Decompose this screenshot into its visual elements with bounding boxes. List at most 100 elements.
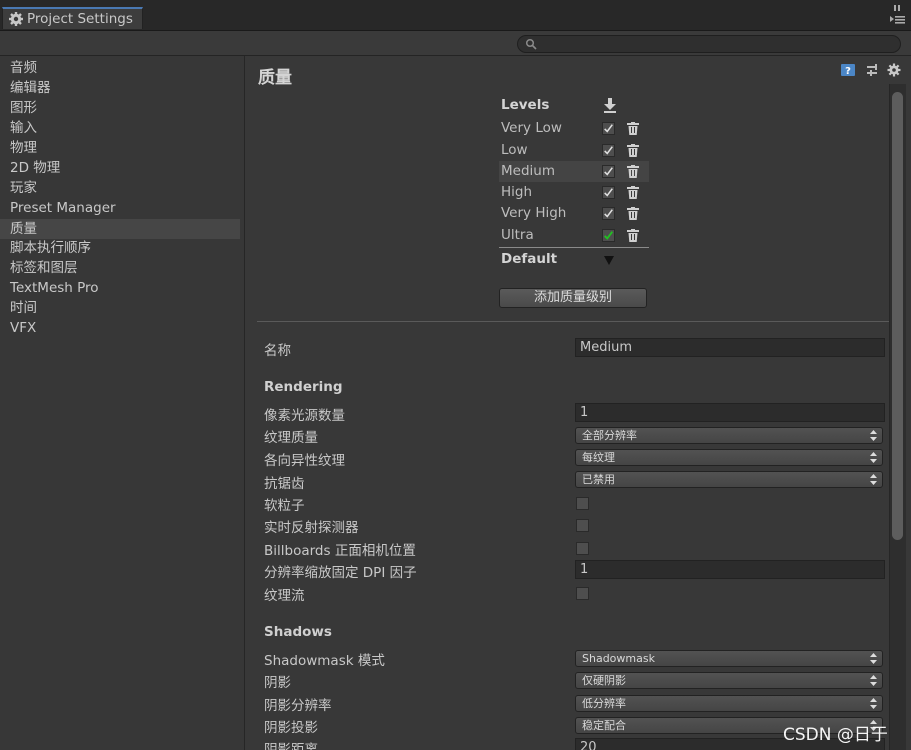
- levels-header: Levels: [501, 97, 550, 113]
- level-enabled-checkbox[interactable]: [602, 207, 615, 220]
- dropdown-value: 已禁用: [582, 473, 615, 486]
- settings-gear-icon[interactable]: [887, 62, 903, 78]
- dropdown-value: 全部分辨率: [582, 429, 637, 442]
- soft-particles-checkbox[interactable]: [576, 497, 589, 510]
- window-titlebar: Project Settings: [0, 0, 911, 31]
- updown-arrow-icon: [870, 474, 877, 485]
- sidebar-item-preset-manager[interactable]: Preset Manager: [0, 198, 240, 218]
- level-enabled-checkbox[interactable]: [602, 165, 615, 178]
- texture-streaming-checkbox[interactable]: [576, 587, 589, 600]
- add-quality-level-button[interactable]: 添加质量级别: [499, 288, 647, 308]
- sidebar-item-tags-layers[interactable]: 标签和图层: [0, 258, 240, 278]
- tab-title: Project Settings: [27, 11, 133, 27]
- level-row-medium[interactable]: Medium: [499, 161, 649, 182]
- sidebar-item-time[interactable]: 时间: [0, 298, 240, 318]
- level-name: Medium: [501, 163, 555, 179]
- billboards-face-camera-label: Billboards 正面相机位置: [264, 543, 416, 559]
- quality-settings-panel: 质量 ? Levels Very Low Low Medium High Ver…: [245, 56, 911, 750]
- shadow-resolution-dropdown[interactable]: 低分辨率: [575, 695, 883, 712]
- dropdown-value: 每纹理: [582, 451, 615, 464]
- billboards-face-camera-checkbox[interactable]: [576, 542, 589, 555]
- default-dropdown-arrow-icon[interactable]: [604, 256, 614, 265]
- preset-icon[interactable]: [865, 62, 881, 78]
- level-row-high[interactable]: High: [499, 182, 649, 203]
- tab-project-settings[interactable]: Project Settings: [2, 7, 143, 29]
- resolution-scaling-dpi-field[interactable]: 1: [575, 560, 885, 579]
- window-menu-icon[interactable]: [876, 3, 906, 27]
- anisotropic-textures-dropdown[interactable]: 每纹理: [575, 449, 883, 466]
- level-row-very-high[interactable]: Very High: [499, 203, 649, 224]
- rendering-heading: Rendering: [264, 379, 343, 395]
- search-icon: [525, 38, 537, 50]
- sidebar-item-editor[interactable]: 编辑器: [0, 78, 240, 98]
- gear-icon: [9, 12, 23, 26]
- vertical-scrollbar[interactable]: [889, 84, 906, 750]
- pixel-light-count-field[interactable]: 1: [575, 403, 885, 422]
- texture-quality-label: 纹理质量: [264, 430, 318, 446]
- realtime-reflection-probes-checkbox[interactable]: [576, 519, 589, 532]
- shadow-projection-label: 阴影投影: [264, 720, 318, 736]
- shadowmask-mode-dropdown[interactable]: Shadowmask: [575, 650, 883, 667]
- resolution-scaling-dpi-label: 分辨率缩放固定 DPI 因子: [264, 565, 417, 581]
- sidebar-item-textmesh-pro[interactable]: TextMesh Pro: [0, 278, 240, 298]
- level-row-very-low[interactable]: Very Low: [499, 118, 649, 139]
- search-toolbar: [0, 31, 911, 56]
- sidebar-item-input[interactable]: 输入: [0, 118, 240, 138]
- texture-streaming-label: 纹理流: [264, 588, 305, 604]
- sidebar-item-physics[interactable]: 物理: [0, 138, 240, 158]
- updown-arrow-icon: [870, 675, 877, 686]
- levels-divider: [499, 247, 649, 248]
- level-enabled-checkbox[interactable]: [602, 122, 615, 135]
- help-icon[interactable]: ?: [840, 62, 856, 78]
- texture-quality-dropdown[interactable]: 全部分辨率: [575, 427, 883, 444]
- level-enabled-checkbox[interactable]: [602, 229, 615, 242]
- shadows-dropdown[interactable]: 仅硬阴影: [575, 672, 883, 689]
- trash-icon[interactable]: [627, 229, 639, 242]
- trash-icon[interactable]: [627, 144, 639, 157]
- updown-arrow-icon: [870, 698, 877, 709]
- level-name: Low: [501, 142, 528, 158]
- level-enabled-checkbox[interactable]: [602, 186, 615, 199]
- default-label: Default: [501, 251, 558, 267]
- settings-sidebar: 音频 编辑器 图形 输入 物理 2D 物理 玩家 Preset Manager …: [0, 56, 245, 750]
- shadows-heading: Shadows: [264, 624, 332, 640]
- shadowmask-mode-label: Shadowmask 模式: [264, 653, 385, 669]
- updown-arrow-icon: [870, 653, 877, 664]
- antialiasing-dropdown[interactable]: 已禁用: [575, 471, 883, 488]
- download-arrow-icon[interactable]: [603, 97, 617, 113]
- level-name: Very Low: [501, 120, 562, 136]
- dropdown-value: 低分辨率: [582, 697, 626, 710]
- sidebar-item-graphics[interactable]: 图形: [0, 98, 240, 118]
- level-enabled-checkbox[interactable]: [602, 144, 615, 157]
- realtime-reflection-probes-label: 实时反射探测器: [264, 520, 359, 536]
- trash-icon[interactable]: [627, 122, 639, 135]
- sidebar-item-physics-2d[interactable]: 2D 物理: [0, 158, 240, 178]
- anisotropic-textures-label: 各向异性纹理: [264, 453, 345, 469]
- trash-icon[interactable]: [627, 207, 639, 220]
- pixel-light-count-label: 像素光源数量: [264, 408, 345, 424]
- sidebar-item-player[interactable]: 玩家: [0, 178, 240, 198]
- shadow-distance-label: 阴影距离: [264, 742, 318, 750]
- sidebar-item-audio[interactable]: 音频: [0, 58, 240, 78]
- level-name: High: [501, 184, 533, 200]
- name-field[interactable]: Medium: [575, 338, 885, 357]
- scrollbar-thumb[interactable]: [892, 92, 903, 540]
- watermark: CSDN @日于: [783, 725, 888, 745]
- sidebar-item-vfx[interactable]: VFX: [0, 318, 240, 338]
- trash-icon[interactable]: [627, 186, 639, 199]
- sidebar-item-script-execution-order[interactable]: 脚本执行顺序: [0, 238, 240, 258]
- dropdown-value: Shadowmask: [582, 652, 655, 665]
- updown-arrow-icon: [870, 430, 877, 441]
- section-divider: [257, 321, 889, 322]
- name-label: 名称: [264, 343, 291, 359]
- trash-icon[interactable]: [627, 165, 639, 178]
- search-input[interactable]: [517, 35, 901, 53]
- updown-arrow-icon: [870, 452, 877, 463]
- page-title: 质量: [258, 68, 292, 88]
- level-row-low[interactable]: Low: [499, 140, 649, 161]
- level-row-ultra[interactable]: Ultra: [499, 225, 649, 246]
- sidebar-item-quality[interactable]: 质量: [0, 219, 240, 239]
- level-name: Ultra: [501, 227, 534, 243]
- antialiasing-label: 抗锯齿: [264, 476, 305, 492]
- dropdown-value: 稳定配合: [582, 719, 626, 732]
